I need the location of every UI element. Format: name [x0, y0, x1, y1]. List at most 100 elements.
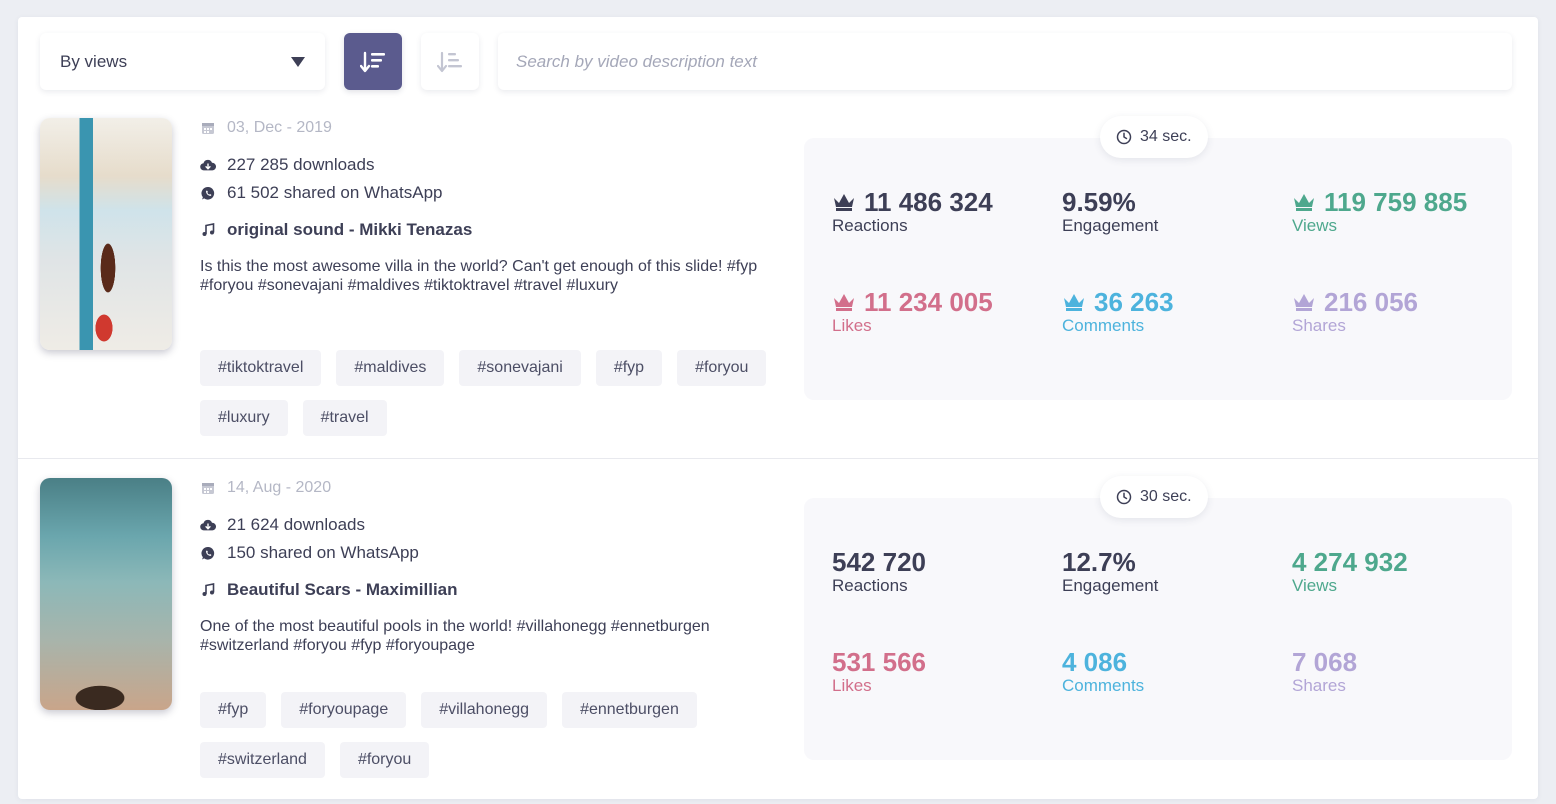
shares-value: 216 056 — [1324, 287, 1418, 317]
whatsapp-shares: 61 502 shared on WhatsApp — [227, 183, 443, 202]
likes-label: Likes — [832, 316, 872, 335]
video-description: One of the most beautiful pools in the w… — [200, 618, 710, 654]
likes-value: 531 566 — [832, 647, 926, 677]
search-input[interactable] — [516, 51, 1494, 72]
reactions-label: Reactions — [832, 576, 908, 595]
shares-label: Shares — [1292, 676, 1346, 695]
comments-value: 4 086 — [1062, 647, 1128, 677]
hashtag[interactable]: #fyp — [200, 692, 267, 728]
cloud-download-icon — [200, 157, 216, 173]
views-value: 119 759 885 — [1324, 187, 1468, 217]
video-description: Is this the most awesome villa in the wo… — [200, 258, 758, 294]
views-label: Views — [1292, 216, 1338, 235]
card-divider — [18, 458, 1538, 459]
engagement-stat: 9.59% Engagement — [1062, 188, 1158, 236]
clock-icon — [1116, 489, 1132, 505]
likes-label: Likes — [832, 676, 872, 695]
sort-dropdown[interactable]: By views — [40, 33, 325, 90]
stats-panel: 34 sec. 11 486 324 Reactions 9.59% Engag… — [804, 116, 1512, 400]
hashtag[interactable]: #tiktoktravel — [200, 350, 322, 386]
calendar-icon — [200, 120, 216, 136]
hashtag-list: #fyp #foryoupage #villahonegg #ennetburg… — [200, 692, 800, 778]
views-value: 4 274 932 — [1292, 547, 1408, 577]
hashtag[interactable]: #travel — [302, 400, 387, 436]
music-note-icon — [200, 222, 216, 238]
hashtag[interactable]: #luxury — [200, 400, 288, 436]
video-thumbnail[interactable] — [40, 478, 172, 710]
sort-descending-icon — [360, 51, 385, 72]
hashtag[interactable]: #sonevajani — [459, 350, 581, 386]
comments-label: Comments — [1062, 316, 1145, 335]
crown-icon — [834, 294, 854, 311]
downloads-row: 227 285 downloads — [200, 155, 374, 175]
shares-stat: 7 068 Shares — [1292, 648, 1357, 696]
video-date: 14, Aug - 2020 — [227, 479, 332, 496]
video-thumbnail[interactable] — [40, 118, 172, 350]
hashtag-list: #tiktoktravel #maldives #sonevajani #fyp… — [200, 350, 800, 436]
whatsapp-icon — [200, 185, 216, 201]
cloud-download-icon — [200, 517, 216, 533]
comments-stat: 4 086 Comments — [1062, 648, 1144, 696]
downloads-row: 21 624 downloads — [200, 515, 365, 535]
engagement-value: 9.59% — [1062, 187, 1136, 217]
reactions-stat: 542 720 Reactions — [832, 548, 926, 596]
comments-stat: 36 263 Comments — [1062, 288, 1174, 336]
engagement-stat: 12.7% Engagement — [1062, 548, 1158, 596]
video-card: 03, Dec - 2019 227 285 downloads 61 502 … — [18, 116, 1538, 458]
reactions-stat: 11 486 324 Reactions — [832, 188, 993, 236]
comments-label: Comments — [1062, 676, 1145, 695]
shares-label: Shares — [1292, 316, 1346, 335]
sound-title[interactable]: original sound - Mikki Tenazas — [227, 220, 472, 240]
hashtag[interactable]: #maldives — [336, 350, 445, 386]
video-date: 03, Dec - 2019 — [227, 119, 332, 136]
downloads-count: 21 624 downloads — [227, 515, 366, 534]
views-stat: 4 274 932 Views — [1292, 548, 1408, 596]
likes-value: 11 234 005 — [864, 287, 993, 317]
likes-stat: 531 566 Likes — [832, 648, 926, 696]
chevron-down-icon — [291, 56, 305, 67]
engagement-label: Engagement — [1062, 576, 1159, 595]
search-box[interactable] — [498, 33, 1512, 90]
likes-stat: 11 234 005 Likes — [832, 288, 993, 336]
reactions-value: 542 720 — [832, 547, 926, 577]
hashtag[interactable]: #switzerland — [200, 742, 325, 778]
comments-value: 36 263 — [1094, 287, 1174, 317]
calendar-icon — [200, 480, 216, 496]
sort-dropdown-label: By views — [60, 51, 128, 71]
shares-stat: 216 056 Shares — [1292, 288, 1418, 336]
whatsapp-row: 150 shared on WhatsApp — [200, 543, 419, 563]
clock-icon — [1116, 129, 1132, 145]
duration-value: 30 sec. — [1140, 488, 1192, 505]
hashtag[interactable]: #ennetburgen — [562, 692, 697, 728]
sound-title[interactable]: Beautiful Scars - Maximillian — [227, 580, 458, 600]
whatsapp-row: 61 502 shared on WhatsApp — [200, 183, 442, 203]
hashtag[interactable]: #foryoupage — [281, 692, 407, 728]
views-stat: 119 759 885 Views — [1292, 188, 1467, 236]
sound-row: original sound - Mikki Tenazas — [200, 220, 472, 240]
reactions-value: 11 486 324 — [864, 187, 993, 217]
date-row: 14, Aug - 2020 — [200, 478, 331, 498]
video-card: 14, Aug - 2020 21 624 downloads 150 shar… — [18, 476, 1538, 804]
engagement-value: 12.7% — [1062, 547, 1136, 577]
hashtag[interactable]: #foryou — [339, 742, 430, 778]
hashtag[interactable]: #fyp — [595, 350, 663, 386]
date-row: 03, Dec - 2019 — [200, 118, 332, 138]
crown-icon — [834, 194, 854, 211]
crown-icon — [1294, 194, 1314, 211]
hashtag[interactable]: #foryou — [677, 350, 767, 386]
whatsapp-icon — [200, 545, 216, 561]
crown-icon — [1294, 294, 1314, 311]
duration-badge: 30 sec. — [1100, 476, 1208, 518]
whatsapp-shares: 150 shared on WhatsApp — [227, 543, 419, 562]
engagement-label: Engagement — [1062, 216, 1159, 235]
views-label: Views — [1292, 576, 1338, 595]
hashtag[interactable]: #villahonegg — [421, 692, 548, 728]
sort-ascending-button[interactable] — [421, 33, 479, 90]
duration-badge: 34 sec. — [1100, 116, 1208, 158]
crown-icon — [1064, 294, 1084, 311]
sort-ascending-icon — [437, 51, 462, 72]
sound-row: Beautiful Scars - Maximillian — [200, 580, 458, 600]
music-note-icon — [200, 582, 216, 598]
sort-descending-button[interactable] — [344, 33, 402, 90]
duration-value: 34 sec. — [1140, 128, 1192, 145]
